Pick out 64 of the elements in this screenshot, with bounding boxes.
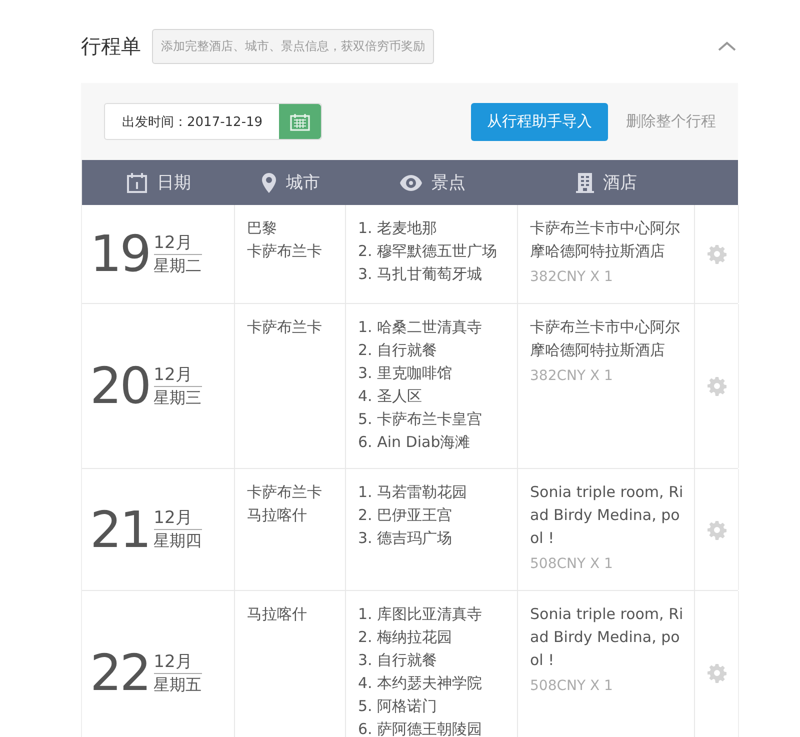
day-number: 22 — [90, 648, 150, 698]
date-field[interactable]: 出发时间：2017-12-19 — [104, 103, 322, 140]
sight-item: 1. 库图比亚清真寺 — [358, 604, 484, 625]
sight-item: 3. 马扎甘葡萄牙城 — [358, 264, 484, 285]
column-header: 酒店 — [603, 172, 637, 194]
section-title: 行程单 — [81, 32, 141, 60]
city-name: 卡萨布兰卡 — [247, 241, 323, 262]
sight-item: 5. 卡萨布兰卡皇宫 — [358, 409, 484, 430]
hotel-name: Sonia triple room, Riad Birdy Medina, pool ! — [530, 482, 684, 549]
sight-item: 3. 里克咖啡馆 — [358, 363, 454, 384]
hotel-price: 508CNY X 1 — [530, 677, 614, 696]
sight-item: 6. Ain Diab海滩 — [358, 432, 472, 453]
weekday-label: 星期三 — [154, 386, 202, 408]
city-name: 马拉喀什 — [247, 604, 308, 625]
hotel-price: 382CNY X 1 — [530, 367, 614, 386]
city-name: 卡萨布兰卡 — [247, 317, 323, 338]
tooltip: 添加完整酒店、城市、景点信息，获双倍穷币奖励 — [152, 28, 434, 64]
weekday-label: 星期五 — [154, 674, 202, 696]
sight-item: 3. 德吉玛广场 — [358, 528, 454, 549]
day-number: 20 — [90, 361, 150, 411]
sight-item: 4. 本约瑟夫神学院 — [358, 673, 484, 694]
sight-item: 2. 自行就餐 — [358, 340, 438, 361]
settings-icon[interactable] — [706, 376, 726, 396]
eye-icon — [398, 174, 422, 192]
calendar-icon — [126, 172, 148, 194]
month-label: 12月 — [154, 364, 202, 386]
weekday-label: 星期二 — [154, 254, 202, 276]
sight-item: 1. 哈桑二世清真寺 — [358, 317, 484, 338]
calendar-icon — [290, 112, 310, 130]
sight-item: 2. 巴伊亚王宫 — [358, 505, 454, 526]
day-number: 19 — [90, 229, 150, 279]
sight-item: 5. 阿格诺门 — [358, 696, 438, 717]
city-name: 巴黎 — [247, 218, 278, 239]
city-name: 卡萨布兰卡 — [247, 482, 323, 503]
delete-link[interactable]: 删除整个行程 — [626, 112, 716, 131]
sight-item: 6. 萨阿德王朝陵园 — [358, 719, 484, 737]
settings-icon[interactable] — [706, 663, 726, 683]
sight-item: 4. 圣人区 — [358, 386, 424, 407]
day-number: 21 — [90, 504, 150, 554]
hotel-name: 卡萨布兰卡市中心阿尔摩哈德阿特拉斯酒店 — [530, 218, 681, 262]
hotel-name: Sonia triple room, Riad Birdy Medina, pool ! — [530, 604, 684, 671]
month-label: 12月 — [154, 507, 202, 530]
settings-icon[interactable] — [706, 244, 726, 264]
import-button[interactable]: 从行程助手导入 — [471, 102, 608, 140]
hotel-price: 382CNY X 1 — [530, 268, 614, 287]
city-name: 马拉喀什 — [247, 505, 308, 526]
hotel-name: 卡萨布兰卡市中心阿尔摩哈德阿特拉斯酒店 — [530, 317, 681, 361]
settings-icon[interactable] — [706, 520, 726, 540]
month-label: 12月 — [154, 232, 202, 254]
column-header: 日期 — [157, 172, 191, 194]
month-label: 12月 — [154, 650, 202, 674]
location-pin-icon — [261, 172, 277, 194]
column-header: 城市 — [286, 172, 320, 194]
weekday-label: 星期四 — [154, 530, 202, 552]
sight-item: 2. 穆罕默德五世广场 — [358, 241, 498, 262]
calendar-button[interactable] — [279, 104, 321, 139]
sight-item: 1. 马若雷勒花园 — [358, 482, 468, 503]
hotel-price: 508CNY X 1 — [530, 555, 614, 574]
column-header: 景点 — [432, 172, 466, 194]
sight-item: 2. 梅纳拉花园 — [358, 627, 454, 648]
building-icon — [576, 172, 594, 194]
collapse-chevron-icon[interactable] — [718, 41, 736, 51]
sight-item: 1. 老麦地那 — [358, 218, 438, 239]
sight-item: 3. 自行就餐 — [358, 650, 438, 671]
